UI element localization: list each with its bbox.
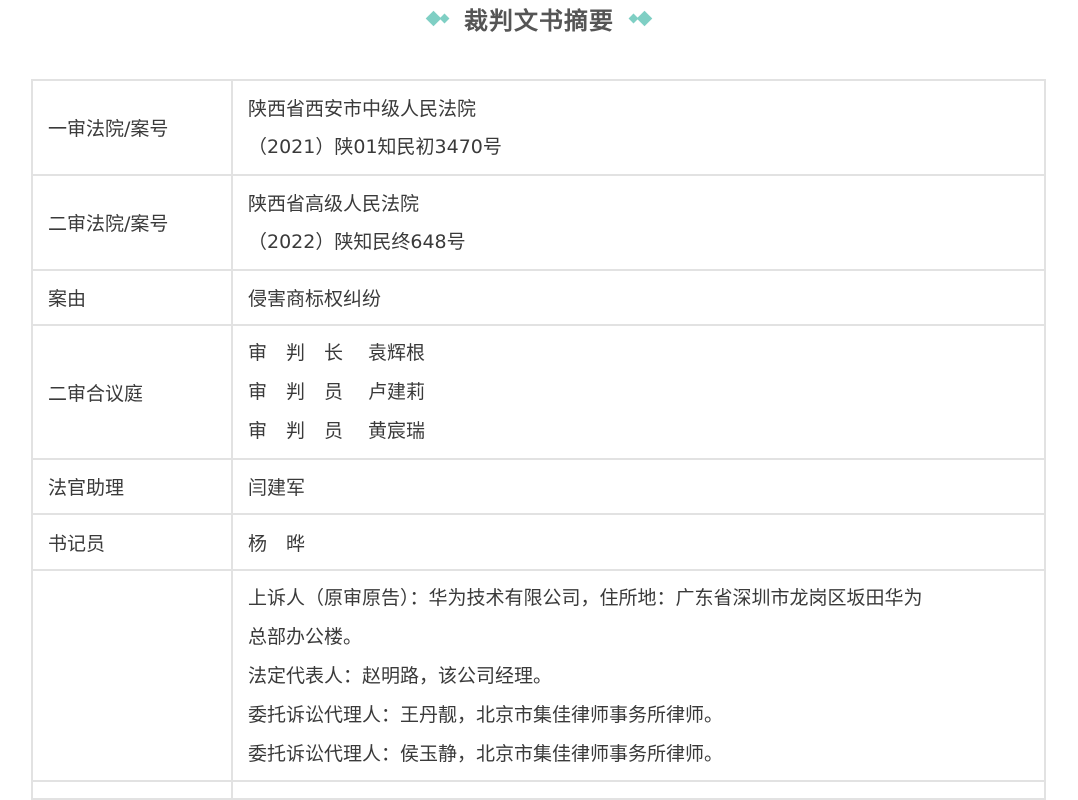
row-assistant: 法官助理 闫建军 <box>31 458 1046 515</box>
panel-member-name: 卢建莉 <box>368 380 426 403</box>
first-instance-value: 陕西省西安市中级人民法院 （2021）陕01知民初3470号 <box>231 79 1046 176</box>
panel-member-title: 审 判 员 <box>248 419 344 442</box>
summary-table: 一审法院/案号 陕西省西安市中级人民法院 （2021）陕01知民初3470号 二… <box>31 79 1046 800</box>
parties-label <box>31 569 233 782</box>
parties-line: 法定代表人：赵明路，该公司经理。 <box>248 665 553 687</box>
parties-line: 总部办公楼。 <box>248 626 363 648</box>
row-panel: 二审合议庭 审 判 长袁辉根 审 判 员卢建莉 审 判 员黄宸瑞 <box>31 324 1046 460</box>
cause-value: 侵害商标权纠纷 <box>231 269 1046 326</box>
panel-member-title: 审 判 长 <box>248 341 344 364</box>
panel-member-name: 袁辉根 <box>368 341 426 364</box>
clerk-label: 书记员 <box>31 513 233 571</box>
second-instance-court: 陕西省高级人民法院 <box>248 192 420 215</box>
panel-label: 二审合议庭 <box>31 324 233 460</box>
row-parties: 上诉人（原审原告）：华为技术有限公司，住所地：广东省深圳市龙岗区坂田华为 总部办… <box>31 569 1046 782</box>
panel-value: 审 判 长袁辉根 审 判 员卢建莉 审 判 员黄宸瑞 <box>231 324 1046 460</box>
panel-member-title: 审 判 员 <box>248 380 344 403</box>
first-instance-label: 一审法院/案号 <box>31 79 233 176</box>
row-second-instance: 二审法院/案号 陕西省高级人民法院 （2022）陕知民终648号 <box>31 174 1046 271</box>
panel-member: 审 判 员 卢建莉 <box>248 373 1030 412</box>
assistant-value: 闫建军 <box>231 458 1046 515</box>
panel-member: 审 判 员 黄宸瑞 <box>248 412 1030 451</box>
diamond-right-icon <box>628 10 653 26</box>
header: 裁判文书摘要 <box>0 0 1078 36</box>
second-instance-value: 陕西省高级人民法院 （2022）陕知民终648号 <box>231 174 1046 271</box>
assistant-label: 法官助理 <box>31 458 233 515</box>
panel-member: 审 判 长 袁辉根 <box>248 334 1030 373</box>
cause-label: 案由 <box>31 269 233 326</box>
second-instance-case-no: （2022）陕知民终648号 <box>248 230 466 253</box>
panel-member-name: 黄宸瑞 <box>368 419 426 442</box>
parties-line: 上诉人（原审原告）：华为技术有限公司，住所地：广东省深圳市龙岗区坂田华为 <box>248 587 923 609</box>
row-cause: 案由 侵害商标权纠纷 <box>31 269 1046 326</box>
clerk-value: 杨 晔 <box>231 513 1046 571</box>
row-first-instance: 一审法院/案号 陕西省西安市中级人民法院 （2021）陕01知民初3470号 <box>31 79 1046 176</box>
first-instance-court: 陕西省西安市中级人民法院 <box>248 97 477 120</box>
parties-value: 上诉人（原审原告）：华为技术有限公司，住所地：广东省深圳市龙岗区坂田华为 总部办… <box>231 569 1046 782</box>
first-instance-case-no: （2021）陕01知民初3470号 <box>248 135 502 158</box>
parties-line: 委托诉讼代理人：王丹靓，北京市集佳律师事务所律师。 <box>248 704 724 726</box>
diamond-left-icon <box>425 10 450 26</box>
page-title: 裁判文书摘要 <box>464 6 614 35</box>
parties-line: 委托诉讼代理人：侯玉静，北京市集佳律师事务所律师。 <box>248 743 724 765</box>
second-instance-label: 二审法院/案号 <box>31 174 233 271</box>
row-clerk: 书记员 杨 晔 <box>31 513 1046 571</box>
